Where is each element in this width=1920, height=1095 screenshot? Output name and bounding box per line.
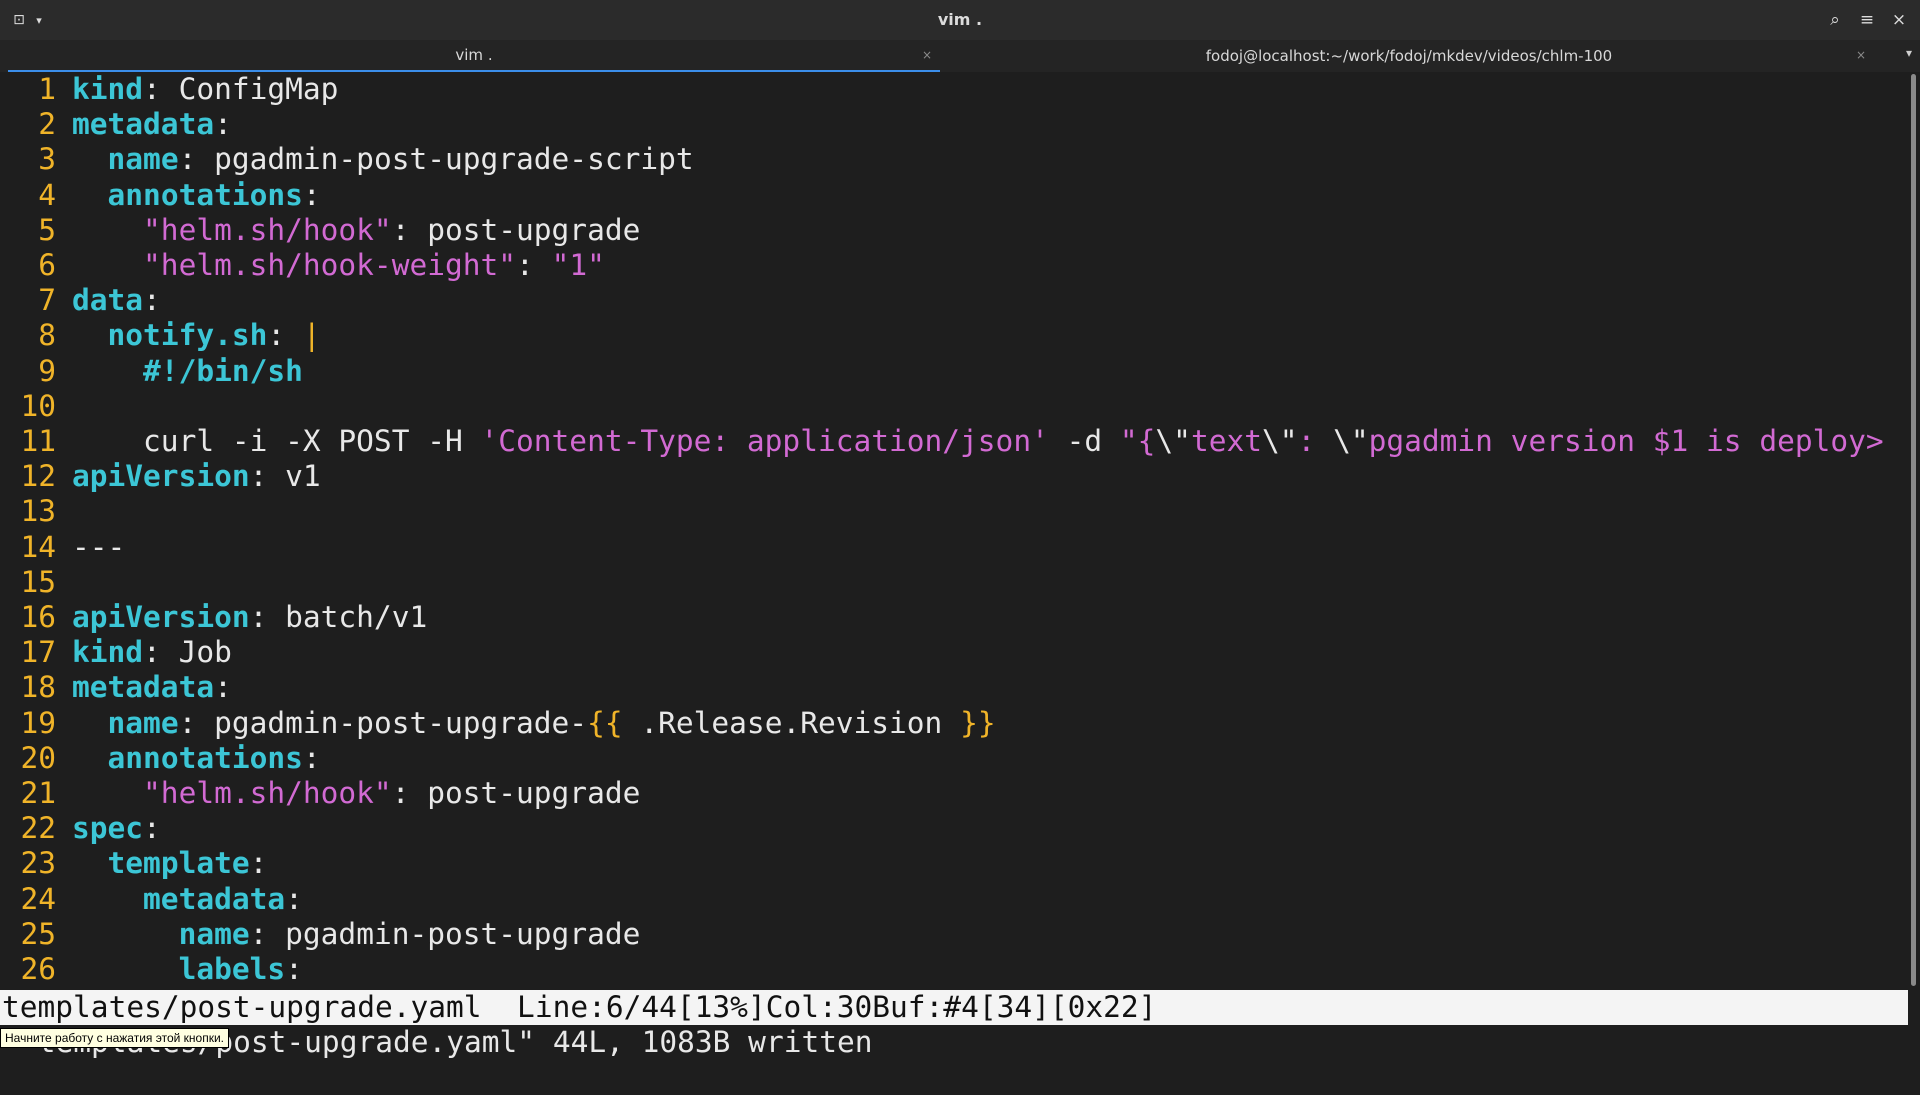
code-line: 11 curl -i -X POST -H 'Content-Type: app… bbox=[0, 424, 1883, 459]
code-line: 26 labels: bbox=[0, 952, 302, 987]
close-tab-icon[interactable]: × bbox=[1856, 48, 1866, 62]
code-text: apiVersion: v1 bbox=[72, 459, 321, 494]
tab-terminal[interactable]: fodoj@localhost:~/work/fodoj/mkdev/video… bbox=[944, 40, 1874, 72]
code-line: 21 "helm.sh/hook": post-upgrade bbox=[0, 776, 640, 811]
line-number: 24 bbox=[20, 881, 56, 916]
code-line: 3 name: pgadmin-post-upgrade-script bbox=[0, 142, 693, 177]
code-text: kind: Job bbox=[72, 635, 232, 670]
code-text: apiVersion: batch/v1 bbox=[72, 600, 428, 634]
code-line: 16 apiVersion: batch/v1 bbox=[0, 600, 427, 635]
code-text: metadata: bbox=[72, 107, 232, 142]
code-line: 2 metadata: bbox=[0, 107, 232, 142]
line-number: 21 bbox=[20, 776, 56, 810]
code-line: 14 --- bbox=[0, 529, 125, 565]
scrollbar[interactable] bbox=[1911, 74, 1916, 986]
code-text: "helm.sh/hook-weight": "1" bbox=[143, 248, 605, 282]
tab-bar: vim . × fodoj@localhost:~/work/fodoj/mkd… bbox=[0, 40, 1920, 72]
code-line: 17 kind: Job bbox=[0, 635, 231, 670]
tab-label: fodoj@localhost:~/work/fodoj/mkdev/video… bbox=[1205, 47, 1613, 65]
line-number: 8 bbox=[38, 318, 56, 353]
code-text: data: bbox=[72, 283, 161, 318]
line-number: 19 bbox=[20, 705, 56, 740]
code-line: 19 name: pgadmin-post-upgrade-{{ .Releas… bbox=[0, 705, 995, 741]
code-line: 20 annotations: bbox=[0, 740, 320, 776]
line-number: 2 bbox=[38, 107, 56, 142]
code-line: 25 name: pgadmin-post-upgrade bbox=[0, 916, 640, 952]
code-text: annotations: bbox=[107, 740, 321, 775]
code-text: labels: bbox=[178, 952, 303, 986]
line-number: 7 bbox=[38, 283, 56, 318]
search-icon[interactable]: ⌕ bbox=[1824, 8, 1846, 32]
line-number: 10 bbox=[20, 388, 56, 423]
code-line: 5 "helm.sh/hook": post-upgrade bbox=[0, 212, 640, 248]
line-number: 9 bbox=[38, 353, 56, 388]
code-text: #!/bin/sh bbox=[143, 353, 303, 388]
code-text: --- bbox=[72, 529, 126, 564]
code-line: 9 #!/bin/sh bbox=[0, 353, 303, 389]
code-text: metadata: bbox=[143, 881, 303, 916]
status-line: templates/post-upgrade.yaml Line:6/44[13… bbox=[0, 990, 1908, 1025]
code-line: 1 kind: ConfigMap bbox=[0, 72, 338, 107]
code-line: 4 annotations: bbox=[0, 177, 320, 213]
code-text: name: pgadmin-post-upgrade-script bbox=[107, 142, 694, 177]
code-text: annotations: bbox=[107, 177, 321, 212]
line-number: 5 bbox=[38, 212, 56, 247]
code-line: 6 "helm.sh/hook-weight": "1" bbox=[0, 248, 605, 283]
code-line: 12 apiVersion: v1 bbox=[0, 459, 320, 494]
line-number: 14 bbox=[20, 529, 56, 564]
code-text: notify.sh: | bbox=[107, 318, 321, 353]
code-line: 8 notify.sh: | bbox=[0, 318, 320, 353]
tab-list-dropdown-icon[interactable]: ▾ bbox=[1906, 46, 1912, 60]
line-number: 11 bbox=[20, 424, 56, 458]
title-bar: ⊡ ▾ vim . ⌕ ≡ × bbox=[0, 0, 1920, 40]
code-text: "helm.sh/hook": post-upgrade bbox=[143, 212, 641, 247]
tooltip: Начните работу с нажатия этой кнопки. bbox=[0, 1028, 229, 1048]
window-title: vim . bbox=[937, 10, 983, 29]
status-line-text: templates/post-upgrade.yaml Line:6/44[13… bbox=[2, 990, 1157, 1024]
code-line: 18 metadata: bbox=[0, 670, 231, 705]
tab-vim[interactable]: vim . × bbox=[8, 40, 940, 72]
line-number: 26 bbox=[20, 952, 56, 986]
line-number: 20 bbox=[20, 740, 56, 775]
line-number: 18 bbox=[20, 670, 56, 705]
line-number: 23 bbox=[20, 846, 56, 881]
line-number: 4 bbox=[38, 177, 56, 212]
line-number: 1 bbox=[38, 72, 56, 106]
code-line: 22 spec: bbox=[0, 811, 160, 846]
code-text: metadata: bbox=[72, 670, 232, 705]
code-line: 10 bbox=[0, 389, 56, 424]
line-number: 17 bbox=[20, 635, 56, 670]
close-window-icon[interactable]: × bbox=[1888, 8, 1910, 32]
line-number: 15 bbox=[20, 564, 56, 599]
line-number: 3 bbox=[38, 142, 56, 177]
code-line: 7 data: bbox=[0, 283, 161, 318]
line-number: 16 bbox=[20, 600, 56, 634]
line-number: 13 bbox=[20, 494, 56, 529]
line-number: 22 bbox=[20, 811, 56, 846]
code-text: name: pgadmin-post-upgrade-{{ .Release.R… bbox=[107, 705, 996, 740]
code-line: 24 metadata: bbox=[0, 881, 302, 917]
line-number: 12 bbox=[20, 459, 56, 494]
code-line: 23 template: bbox=[0, 846, 267, 881]
message-line: "templates/post-upgrade.yaml" 44L, 1083B… bbox=[0, 1025, 1920, 1060]
code-text: kind: ConfigMap bbox=[72, 72, 339, 106]
line-number: 25 bbox=[20, 916, 56, 951]
code-line: 15 bbox=[0, 565, 56, 600]
editor-buffer[interactable]: 1 kind: ConfigMap 2 metadata: 3 name: pgadmi… bbox=[0, 72, 1908, 990]
code-text: name: pgadmin-post-upgrade bbox=[178, 916, 641, 951]
close-tab-icon[interactable]: × bbox=[922, 48, 932, 62]
tab-label: vim . bbox=[455, 46, 493, 64]
code-line: 13 bbox=[0, 494, 56, 529]
line-number: 6 bbox=[38, 248, 56, 282]
hamburger-menu-icon[interactable]: ≡ bbox=[1856, 8, 1878, 32]
code-text: "helm.sh/hook": post-upgrade bbox=[143, 776, 641, 810]
code-text: spec: bbox=[72, 811, 161, 846]
code-text: curl -i -X POST -H 'Content-Type: applic… bbox=[72, 424, 1884, 458]
code-text: template: bbox=[107, 846, 268, 881]
